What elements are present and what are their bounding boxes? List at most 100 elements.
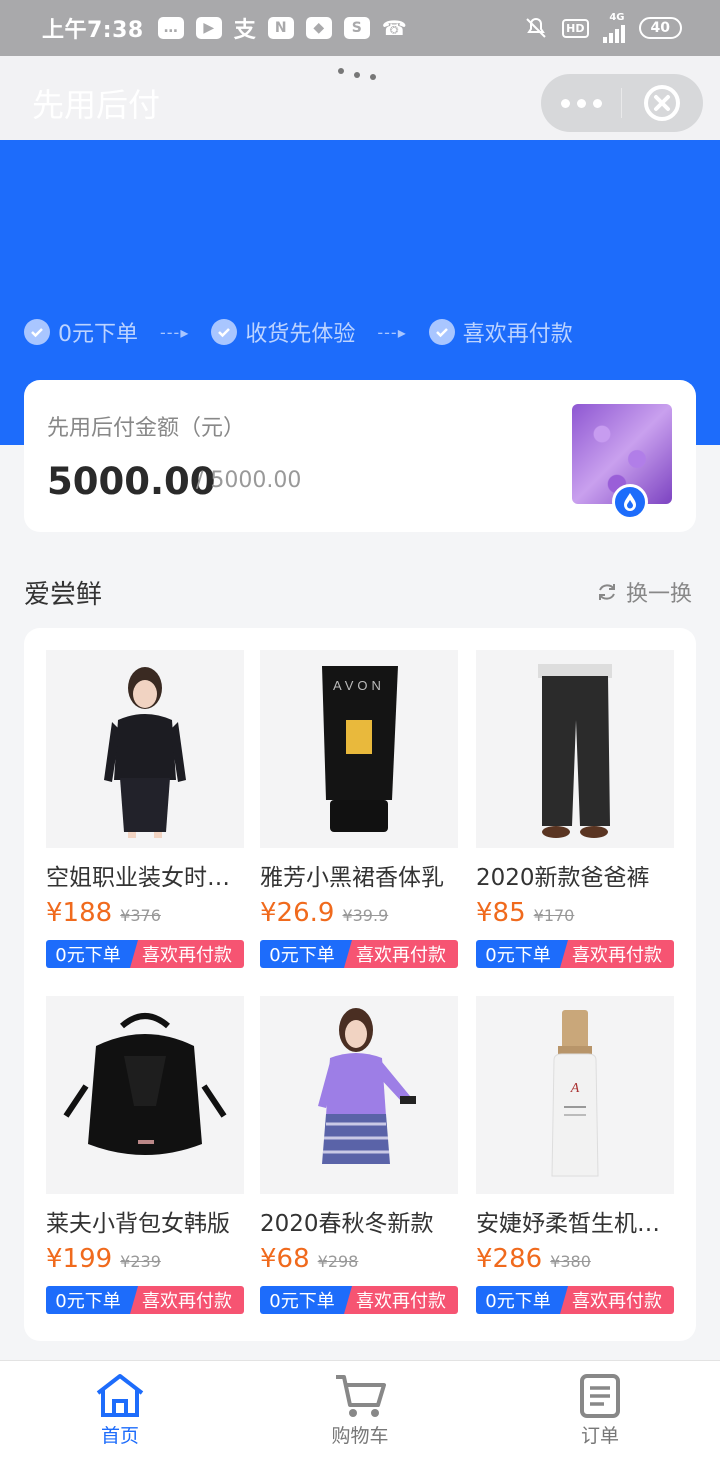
- s-app-icon: S: [343, 17, 370, 39]
- arrow-icon: ---▸: [160, 322, 190, 342]
- tag-pay-later: 喜欢再付款: [344, 1286, 458, 1314]
- product-image: AVON: [260, 650, 458, 848]
- tag-zero-order: 0元下单: [260, 1286, 352, 1314]
- product-old-price: ¥170: [533, 906, 575, 925]
- product-old-price: ¥298: [317, 1252, 359, 1271]
- tag-pay-later: 喜欢再付款: [560, 940, 674, 968]
- product-image: [46, 650, 244, 848]
- refresh-button[interactable]: 换一换: [596, 576, 692, 608]
- step-item: 0元下单: [24, 316, 138, 348]
- product-card[interactable]: AVON 雅芳小黑裙香体乳 ¥26.9 ¥39.9 0元下单 喜欢再付款: [260, 650, 458, 968]
- product-card[interactable]: 2020春秋冬新款 ¥68 ¥298 0元下单 喜欢再付款: [260, 996, 458, 1314]
- step-item: 收货先体验: [211, 316, 355, 348]
- product-tags: 0元下单 喜欢再付款: [46, 940, 244, 968]
- tag-zero-order: 0元下单: [476, 940, 568, 968]
- product-image: [46, 996, 244, 1194]
- arrow-icon: ---▸: [377, 322, 407, 342]
- notification-icons: … ▶ 支 N ◆ S ☎: [157, 12, 407, 44]
- tag-pay-later: 喜欢再付款: [130, 1286, 244, 1314]
- tab-label: 首页: [100, 1425, 139, 1447]
- product-card[interactable]: 空姐职业装女时尚套装 ¥188 ¥376 0元下单 喜欢再付款: [46, 650, 244, 968]
- amount-label: 先用后付金额（元）: [47, 416, 246, 441]
- tag-pay-later: 喜欢再付款: [344, 940, 458, 968]
- tab-label: 购物车: [331, 1425, 389, 1447]
- product-grid: 空姐职业装女时尚套装 ¥188 ¥376 0元下单 喜欢再付款 AVON 雅芳小…: [24, 628, 696, 1341]
- product-image: [260, 996, 458, 1194]
- product-name: 安婕妤柔皙生机精华: [476, 1211, 674, 1237]
- serum-bottle-image: A: [551, 1010, 599, 1177]
- product-tags: 0元下单 喜欢再付款: [476, 940, 674, 968]
- signal-icon: [602, 23, 625, 43]
- product-image: [476, 650, 674, 848]
- hd-icon: HD: [562, 18, 589, 38]
- step-label: 喜欢再付款: [462, 322, 573, 347]
- page-title: 先用后付: [32, 86, 161, 124]
- news-app-icon: N: [267, 17, 294, 39]
- credit-amount-card[interactable]: 先用后付金额（元） 5000.00 / 5000.00: [24, 380, 696, 532]
- step-label: 收货先体验: [245, 322, 356, 347]
- product-price-row: ¥26.9 ¥39.9: [260, 898, 458, 928]
- product-old-price: ¥39.9: [342, 906, 389, 925]
- product-price-row: ¥68 ¥298: [260, 1244, 458, 1274]
- more-button[interactable]: [541, 98, 621, 108]
- video-app-icon: ▶: [195, 17, 222, 39]
- step-label: 0元下单: [58, 322, 138, 347]
- alipay-icon: 支: [233, 18, 256, 43]
- trousers-image: [538, 664, 612, 838]
- process-steps: 0元下单 ---▸ 收货先体验 ---▸ 喜欢再付款: [24, 316, 573, 348]
- product-tags: 0元下单 喜欢再付款: [46, 1286, 244, 1314]
- refresh-icon: [599, 584, 615, 600]
- drop-badge-icon: [612, 484, 648, 520]
- tag-pay-later: 喜欢再付款: [560, 1286, 674, 1314]
- step-item: 喜欢再付款: [428, 316, 573, 348]
- tag-zero-order: 0元下单: [260, 940, 352, 968]
- product-price-row: ¥199 ¥239: [46, 1244, 244, 1274]
- title-bar: 先用后付: [0, 56, 720, 140]
- product-card[interactable]: 莱夫小背包女韩版 ¥199 ¥239 0元下单 喜欢再付款: [46, 996, 244, 1314]
- svg-text:AVON: AVON: [333, 678, 385, 693]
- product-name: 空姐职业装女时尚套装: [46, 865, 244, 891]
- product-price-row: ¥188 ¥376: [46, 898, 244, 928]
- refresh-label: 换一换: [626, 582, 693, 607]
- check-icon: [428, 319, 455, 345]
- product-card[interactable]: 2020新款爸爸裤 ¥85 ¥170 0元下单 喜欢再付款: [476, 650, 674, 968]
- woman-suit-image: [104, 667, 186, 838]
- product-price: ¥188: [46, 898, 113, 928]
- close-icon: [644, 85, 680, 121]
- home-icon: [96, 1374, 144, 1417]
- product-price-row: ¥85 ¥170: [476, 898, 674, 928]
- file-app-icon: ◆: [305, 17, 332, 39]
- product-old-price: ¥239: [120, 1252, 161, 1271]
- product-tags: 0元下单 喜欢再付款: [476, 1286, 674, 1314]
- tab-home[interactable]: 首页: [0, 1361, 240, 1464]
- product-card[interactable]: A 安婕妤柔皙生机精华 ¥286 ¥380 0元下单 喜欢再付款: [476, 996, 674, 1314]
- purple-dress-image: [318, 1008, 416, 1164]
- product-price: ¥68: [260, 1244, 310, 1274]
- tab-cart[interactable]: 购物车: [240, 1361, 480, 1464]
- cart-icon: [336, 1375, 386, 1417]
- message-icon: …: [157, 17, 184, 39]
- product-name: 莱夫小背包女韩版: [46, 1211, 230, 1237]
- tag-pay-later: 喜欢再付款: [130, 940, 244, 968]
- missed-call-icon: ☎: [381, 16, 407, 40]
- status-bar: 上午7:38 … ▶ 支 N ◆ S ☎ HD 4G 40: [0, 0, 720, 56]
- tag-zero-order: 0元下单: [46, 940, 138, 968]
- section-title: 爱尝鲜: [24, 580, 103, 610]
- mini-program-capsule: [541, 74, 703, 132]
- product-tags: 0元下单 喜欢再付款: [260, 1286, 458, 1314]
- product-name: 2020春秋冬新款: [260, 1211, 434, 1237]
- lotion-tube-image: AVON: [322, 666, 398, 832]
- bottom-tab-bar: 首页 购物车 订单: [0, 1360, 720, 1464]
- tag-zero-order: 0元下单: [476, 1286, 568, 1314]
- check-icon: [24, 319, 50, 345]
- close-button[interactable]: [622, 84, 702, 122]
- tab-orders[interactable]: 订单: [480, 1361, 720, 1464]
- mute-bell-icon: [526, 17, 546, 38]
- amount-value: 5000.00: [47, 460, 216, 503]
- product-tags: 0元下单 喜欢再付款: [260, 940, 458, 968]
- tag-zero-order: 0元下单: [46, 1286, 138, 1314]
- loading-dots-icon: [338, 68, 376, 80]
- svg-text:A: A: [570, 1081, 580, 1096]
- product-price: ¥26.9: [260, 898, 335, 928]
- product-price: ¥199: [46, 1244, 113, 1274]
